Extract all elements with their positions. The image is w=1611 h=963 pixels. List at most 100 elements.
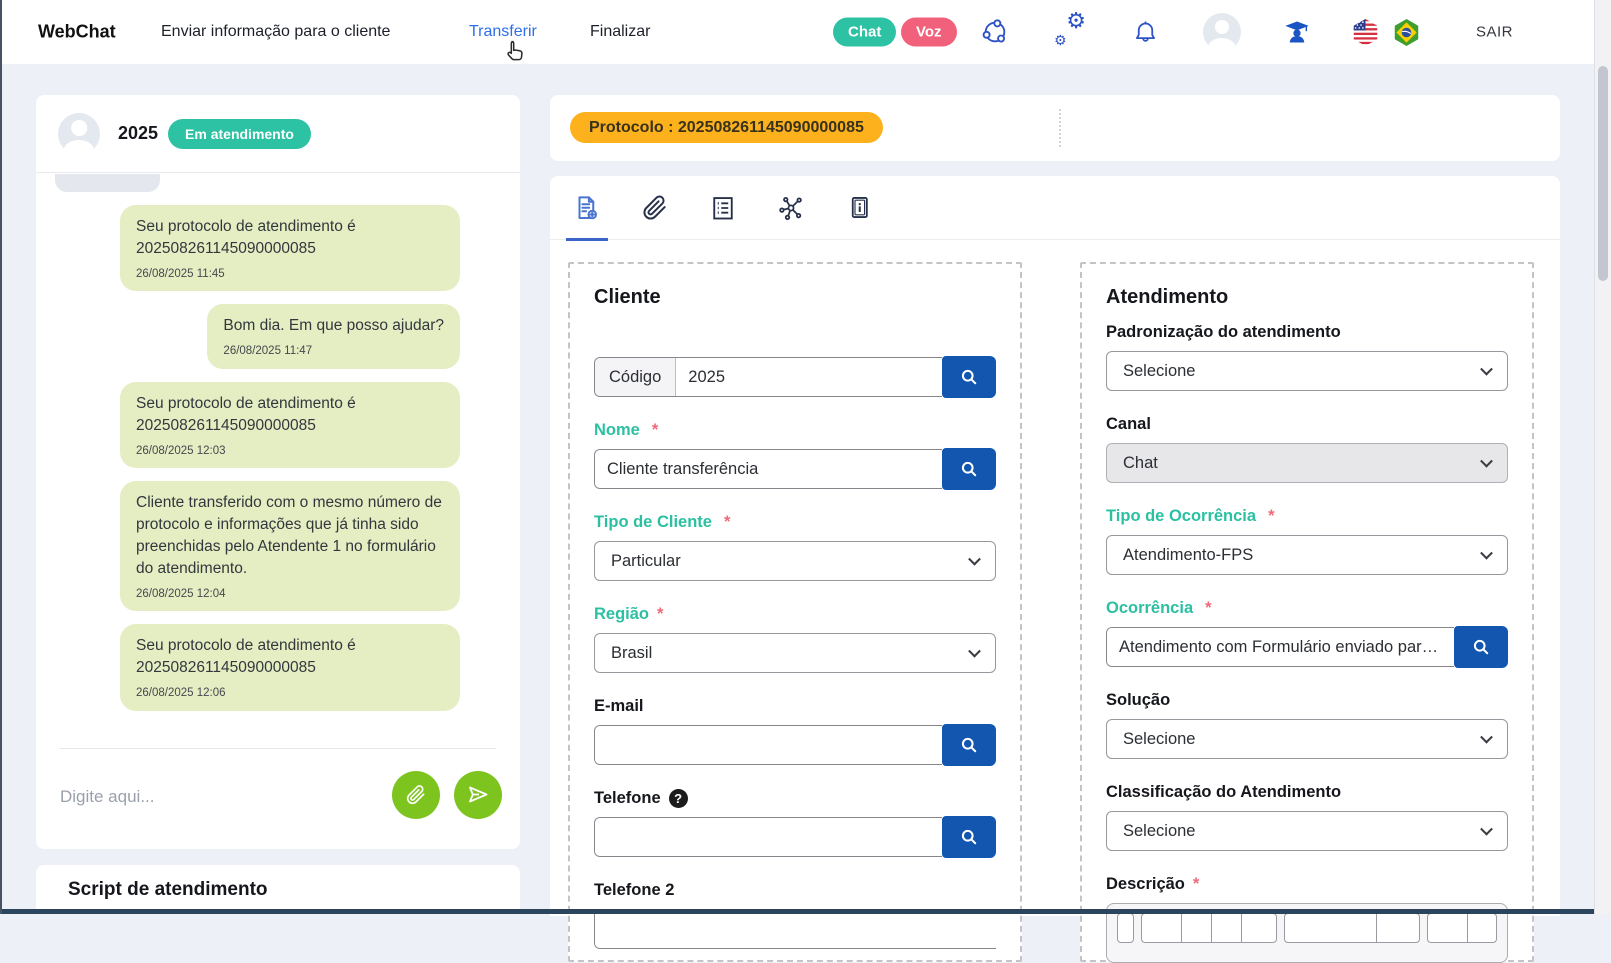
help-question-icon[interactable]: ? (669, 789, 688, 808)
nome-search-button[interactable] (942, 448, 996, 490)
regiao-select[interactable]: Brasil (594, 633, 996, 673)
search-icon (1471, 637, 1491, 657)
scrolled-date-chip (55, 174, 160, 192)
nome-input[interactable] (595, 450, 942, 488)
canal-label: Canal (1106, 415, 1151, 434)
required-asterisk: * (1268, 507, 1274, 526)
required-asterisk: * (1205, 599, 1211, 618)
email-input[interactable] (595, 726, 942, 764)
email-search-button[interactable] (942, 724, 996, 766)
classificacao-value: Selecione (1123, 822, 1195, 841)
codigo-prefix-label: Código (595, 358, 676, 396)
descricao-field: Descrição* (1106, 875, 1508, 963)
paperclip-icon (641, 194, 669, 222)
tab-knowledge-book[interactable] (840, 176, 878, 240)
topbar: WebChat Enviar informação para o cliente… (0, 0, 1611, 64)
gears-glyphs: ⚙⚙ (1054, 17, 1084, 47)
language-br-flag-icon[interactable] (1391, 17, 1421, 47)
regiao-field: Região* Brasil (594, 605, 996, 673)
editor-toolbar-button[interactable] (1181, 913, 1211, 943)
editor-toolbar-button[interactable] (1117, 913, 1134, 943)
tab-new-record[interactable] (568, 176, 606, 240)
nav-enviar-informacao[interactable]: Enviar informação para o cliente (161, 23, 390, 41)
tutorial-graduate-icon[interactable] (1282, 17, 1312, 47)
voz-mode-pill[interactable]: Voz (901, 18, 957, 47)
telefone2-label: Telefone 2 (594, 881, 674, 900)
tab-checklist[interactable] (704, 176, 742, 240)
telefone-field: Telefone ? (594, 789, 996, 857)
required-asterisk: * (724, 513, 730, 532)
editor-toolbar-button[interactable] (1467, 913, 1497, 943)
message-text: Seu protocolo de atendimento é 202508261… (136, 393, 444, 437)
regiao-label: Região (594, 605, 649, 624)
editor-toolbar-button[interactable] (1376, 913, 1420, 943)
telefone-input[interactable] (595, 818, 942, 856)
tab-related-network[interactable] (772, 176, 810, 240)
send-message-button[interactable] (454, 771, 502, 819)
chat-mode-pill[interactable]: Chat (833, 18, 896, 47)
chevron-down-icon (1480, 455, 1493, 468)
message-text: Bom dia. Em que posso ajudar? (223, 315, 444, 337)
classificacao-select[interactable]: Selecione (1106, 811, 1508, 851)
chevron-down-icon (1480, 823, 1493, 836)
ocorrencia-label: Ocorrência (1106, 599, 1193, 618)
ocorrencia-input[interactable] (1107, 628, 1454, 666)
editor-toolbar-button[interactable] (1284, 913, 1376, 943)
chat-input-bar (60, 748, 496, 848)
email-label: E-mail (594, 697, 644, 716)
tab-attachments[interactable] (636, 176, 674, 240)
chat-message: Bom dia. Em que posso ajudar? 26/08/2025… (207, 304, 460, 368)
chevron-down-icon (968, 553, 981, 566)
message-text: Seu protocolo de atendimento é 202508261… (136, 635, 444, 679)
editor-toolbar-button[interactable] (1241, 913, 1277, 943)
cliente-heading: Cliente (594, 286, 996, 309)
info-book-icon (846, 194, 873, 221)
user-avatar[interactable] (1203, 13, 1241, 51)
script-panel-title: Script de atendimento (36, 865, 520, 901)
editor-toolbar-button[interactable] (1427, 913, 1467, 943)
settings-gears-icon[interactable]: ⚙⚙ (1054, 17, 1084, 47)
padronizacao-value: Selecione (1123, 362, 1195, 381)
editor-toolbar-button[interactable] (1141, 913, 1181, 943)
language-us-flag-icon[interactable] (1350, 17, 1380, 47)
protocol-header: Protocolo : 202508261145090000085 (550, 95, 1560, 161)
avatar-shoulders (1208, 38, 1235, 51)
message-text: Seu protocolo de atendimento é 202508261… (136, 216, 444, 260)
avatar-shoulders (64, 140, 94, 154)
atendimento-section: Atendimento Padronização do atendimento … (1080, 262, 1534, 962)
chevron-down-icon (968, 645, 981, 658)
ocorrencia-search-button[interactable] (1454, 626, 1508, 668)
codigo-input[interactable] (676, 358, 942, 396)
scrollbar-thumb[interactable] (1598, 66, 1608, 281)
notifications-bell-icon[interactable] (1130, 17, 1160, 47)
network-icon (777, 194, 805, 222)
share-network-icon[interactable] (980, 17, 1010, 47)
send-icon (466, 783, 490, 807)
mouse-cursor-pointer (502, 38, 528, 69)
canal-value: Chat (1123, 454, 1158, 473)
telefone-search-button[interactable] (942, 816, 996, 858)
tipo-ocorrencia-select[interactable]: Atendimento-FPS (1106, 535, 1508, 575)
logout-button[interactable]: SAIR (1476, 24, 1513, 41)
editor-toolbar-button[interactable] (1211, 913, 1241, 943)
codigo-search-button[interactable] (942, 356, 996, 398)
tipo-cliente-select[interactable]: Particular (594, 541, 996, 581)
chat-message-input[interactable] (60, 787, 310, 807)
solucao-label: Solução (1106, 691, 1170, 710)
message-list[interactable]: Seu protocolo de atendimento é 202508261… (36, 195, 520, 743)
message-timestamp: 26/08/2025 12:03 (136, 443, 444, 459)
regiao-value: Brasil (611, 644, 652, 663)
nav-finalizar[interactable]: Finalizar (590, 23, 650, 41)
solucao-select[interactable]: Selecione (1106, 719, 1508, 759)
attach-file-button[interactable] (392, 771, 440, 819)
form-tabs (550, 176, 1560, 240)
vertical-scrollbar[interactable] (1594, 0, 1611, 914)
atendimento-heading: Atendimento (1106, 286, 1508, 309)
padronizacao-select[interactable]: Selecione (1106, 351, 1508, 391)
attendance-form-panel: Cliente Código Nome* (550, 176, 1560, 916)
ocorrencia-field: Ocorrência * (1106, 599, 1508, 667)
client-avatar (58, 113, 100, 155)
telefone2-input[interactable] (595, 910, 996, 948)
search-icon (959, 459, 979, 479)
window-bottom-border (0, 909, 1611, 914)
